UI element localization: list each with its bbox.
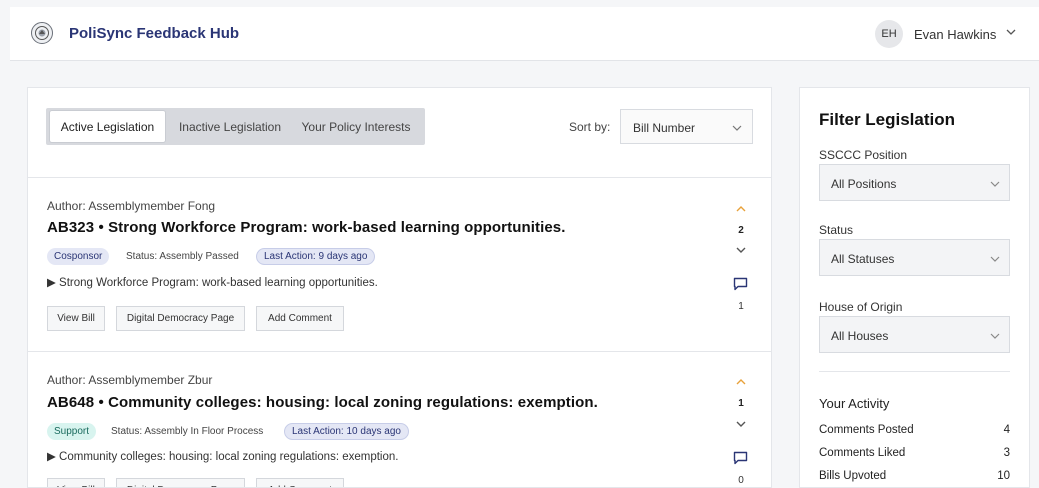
divider [28,177,771,178]
divider [28,351,771,352]
bill-author: Author: Assemblymember Fong [47,199,216,213]
sort-label: Sort by: [569,120,611,134]
user-name[interactable]: Evan Hawkins [914,27,996,42]
filter-panel: Filter Legislation SSCCC Position All Po… [799,87,1030,488]
user-avatar[interactable]: EH [875,20,903,48]
status-filter-label: Status [819,223,854,237]
house-filter-label: House of Origin [819,300,903,314]
status-filter-value: All Statuses [831,252,895,266]
legislation-tabs: Active Legislation Inactive Legislation … [46,108,425,145]
activity-row: Comments Posted 4 [819,424,1010,436]
comment-count: 0 [738,475,744,486]
activity-label: Comments Posted [819,424,914,436]
status-text: Status: Assembly In Floor Process [111,426,264,437]
bill-title[interactable]: AB323 • Strong Workforce Program: work-b… [47,219,566,236]
tab-policy-interests[interactable]: Your Policy Interests [294,111,418,142]
app-title[interactable]: PoliSync Feedback Hub [69,25,239,42]
comment-icon[interactable] [733,451,748,465]
vote-count: 2 [738,225,744,236]
view-bill-button[interactable]: View Bill [47,306,105,331]
position-filter-label: SSCCC Position [819,148,908,162]
filter-title: Filter Legislation [819,110,956,129]
digital-democracy-button[interactable]: Digital Democracy Page [116,478,245,487]
view-bill-button[interactable]: View Bill [47,478,105,487]
bill-summary-toggle[interactable]: ▶ Strong Workforce Program: work-based l… [47,275,378,289]
chevron-down-icon[interactable] [1006,29,1016,35]
chevron-down-icon [732,125,742,131]
seal-logo-icon [31,22,53,44]
legislation-panel: Active Legislation Inactive Legislation … [27,87,772,488]
house-filter-value: All Houses [831,329,889,343]
bill-title[interactable]: AB648 • Community colleges: housing: loc… [47,394,598,411]
position-filter-select[interactable]: All Positions [819,164,1010,201]
sort-select[interactable]: Bill Number [620,109,753,144]
vote-count: 1 [738,398,744,409]
bill-summary-toggle[interactable]: ▶ Community colleges: housing: local zon… [47,449,398,463]
divider [819,371,1010,372]
add-comment-button[interactable]: Add Comment [256,306,344,331]
position-badge: Cosponsor [47,248,110,265]
comment-icon[interactable] [733,277,748,291]
digital-democracy-button[interactable]: Digital Democracy Page [116,306,245,331]
activity-value: 10 [997,470,1010,482]
activity-row: Bills Upvoted 10 [819,470,1010,482]
activity-value: 3 [1003,447,1010,459]
status-filter-select[interactable]: All Statuses [819,239,1010,276]
chevron-down-icon [990,333,1000,339]
top-bar: PoliSync Feedback Hub EH Evan Hawkins [10,7,1039,61]
chevron-down-icon [990,181,1000,187]
upvote-icon[interactable] [736,206,746,212]
add-comment-button[interactable]: Add Comment [256,478,344,487]
activity-row: Comments Liked 3 [819,447,1010,459]
activity-label: Comments Liked [819,447,906,459]
tab-inactive-legislation[interactable]: Inactive Legislation [170,111,290,142]
last-action-badge: Last Action: 10 days ago [284,423,409,440]
comment-count: 1 [738,301,744,312]
downvote-icon[interactable] [736,421,746,427]
bill-author: Author: Assemblymember Zbur [47,373,213,387]
sort-value: Bill Number [633,121,696,135]
last-action-badge: Last Action: 9 days ago [256,248,376,265]
status-text: Status: Assembly Passed [126,251,239,262]
chevron-down-icon [990,256,1000,262]
activity-label: Bills Upvoted [819,470,887,482]
house-filter-select[interactable]: All Houses [819,316,1010,353]
activity-title: Your Activity [819,396,890,411]
position-filter-value: All Positions [831,177,897,191]
downvote-icon[interactable] [736,247,746,253]
activity-value: 4 [1003,424,1010,436]
tab-active-legislation[interactable]: Active Legislation [50,111,165,142]
upvote-icon[interactable] [736,379,746,385]
position-badge: Support [47,423,97,440]
